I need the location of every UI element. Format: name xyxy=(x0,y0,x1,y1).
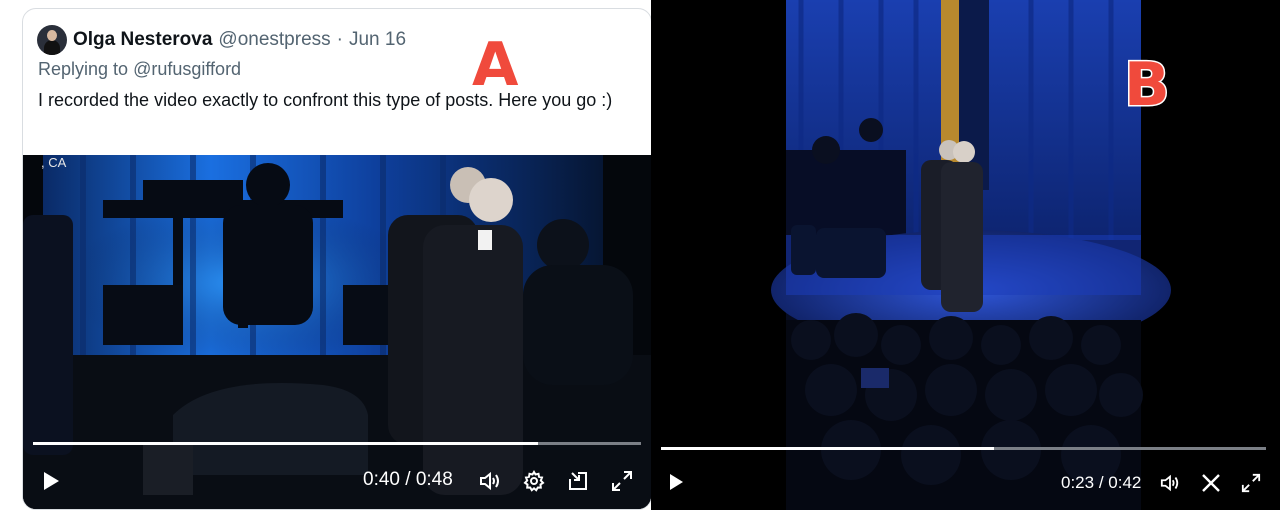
replying-prefix: Replying to xyxy=(38,59,129,79)
play-icon[interactable] xyxy=(37,467,65,495)
post-date[interactable]: Jun 16 xyxy=(349,29,406,51)
progress-bar-a[interactable] xyxy=(33,442,641,445)
tweet-card-a: Olga Nesterova @onestpress · Jun 16 Repl… xyxy=(22,8,652,510)
video-player-a[interactable]: , CA 0:40 / 0:48 xyxy=(23,155,651,509)
volume-icon[interactable] xyxy=(475,466,505,496)
separator-dot: · xyxy=(336,29,343,50)
progress-fill-a xyxy=(33,442,538,445)
avatar[interactable] xyxy=(37,25,67,55)
current-time: 0:23 xyxy=(1061,473,1095,492)
progress-bar-b[interactable] xyxy=(661,447,1266,450)
time-separator: / xyxy=(399,469,416,490)
duration: 0:48 xyxy=(415,469,453,490)
current-time: 0:40 xyxy=(363,469,400,490)
fullscreen-icon[interactable] xyxy=(607,466,637,496)
video-player-b[interactable]: 0:23 / 0:42 xyxy=(651,0,1280,510)
duration: 0:42 xyxy=(1108,473,1142,492)
tweet-header: Olga Nesterova @onestpress · Jun 16 xyxy=(37,25,406,55)
fullscreen-icon[interactable] xyxy=(1237,469,1265,497)
time-display-a: 0:40 / 0:48 xyxy=(363,469,453,491)
replying-to: Replying to @rufusgifford xyxy=(38,59,241,80)
video-frame-b xyxy=(651,0,1280,510)
progress-fill-b xyxy=(661,447,994,450)
label-b: B xyxy=(1123,50,1172,120)
settings-icon[interactable] xyxy=(519,466,549,496)
label-a: A xyxy=(470,30,519,100)
play-icon[interactable] xyxy=(663,469,689,495)
video-frame-a xyxy=(23,155,651,509)
volume-icon[interactable] xyxy=(1156,469,1184,497)
author-name[interactable]: Olga Nesterova xyxy=(73,29,212,51)
minimize-player-icon[interactable] xyxy=(563,466,593,496)
time-display-b: 0:23 / 0:42 xyxy=(1061,473,1141,493)
x-logo-icon[interactable] xyxy=(1197,469,1225,497)
location-tag: , CA xyxy=(41,155,67,170)
replying-handle-link[interactable]: @rufusgifford xyxy=(133,59,241,79)
time-separator: / xyxy=(1094,473,1109,492)
author-handle[interactable]: @onestpress xyxy=(218,29,330,51)
tweet-text: I recorded the video exactly to confront… xyxy=(38,90,613,110)
